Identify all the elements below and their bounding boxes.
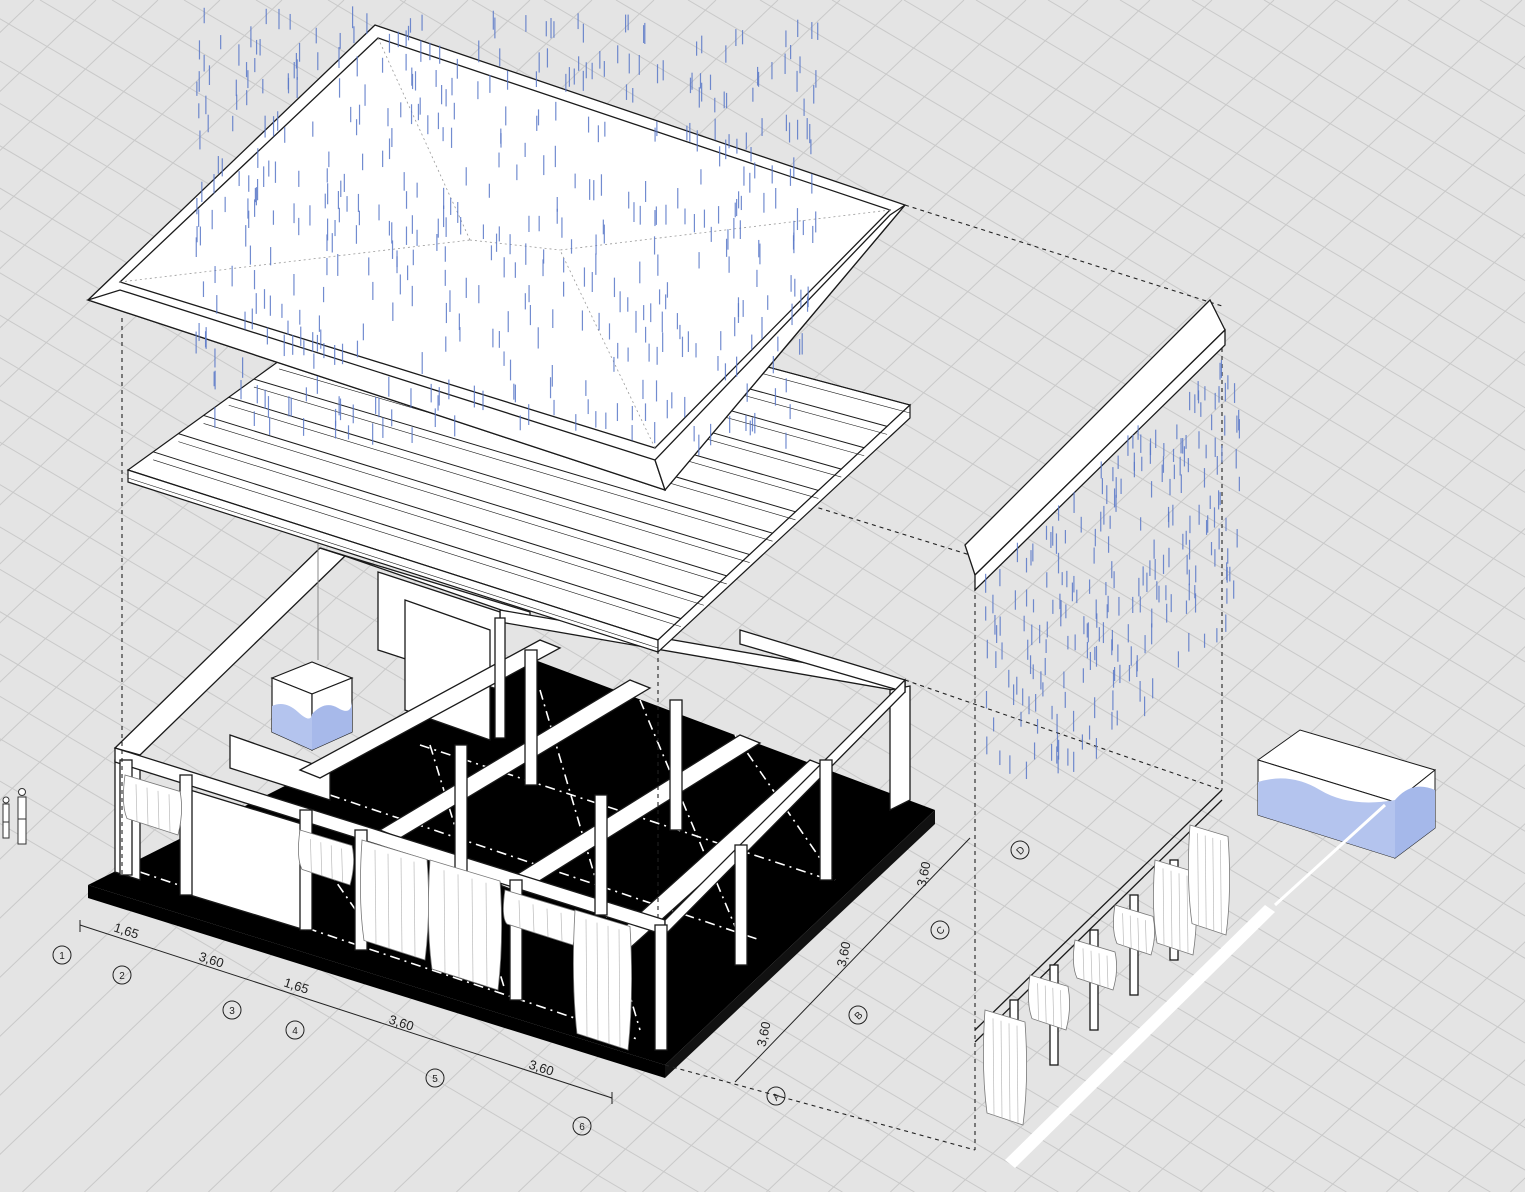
column-dimension: 3,60 bbox=[197, 949, 226, 971]
column-dimension: 3,60 bbox=[387, 1012, 416, 1034]
column-dimension: 1,65 bbox=[112, 920, 141, 942]
human-scale-figures bbox=[2, 788, 27, 845]
row-axis-label: A bbox=[771, 1091, 784, 1104]
row-axis-label: B bbox=[853, 1010, 866, 1023]
row-axis-label: C bbox=[935, 925, 948, 938]
column-axis-label: 1 bbox=[59, 951, 65, 962]
column-axis-label: 4 bbox=[292, 1026, 298, 1037]
column-axis-label: 6 bbox=[579, 1122, 585, 1133]
column-dimension: 1,65 bbox=[282, 975, 311, 997]
exploded-axonometric-drawing: 1234561,653,601,653,603,60ABCD3,603,603,… bbox=[0, 0, 1525, 1192]
column-axis-label: 3 bbox=[229, 1006, 235, 1017]
row-axis-label: D bbox=[1015, 845, 1028, 858]
column-dimension: 3,60 bbox=[527, 1057, 556, 1079]
exterior-water-tank bbox=[1256, 729, 1437, 907]
column-axis-label: 2 bbox=[119, 971, 125, 982]
row-dimension: 3,60 bbox=[834, 940, 854, 968]
row-dimension: 3,60 bbox=[914, 860, 934, 888]
column-axis-label: 5 bbox=[432, 1074, 438, 1085]
